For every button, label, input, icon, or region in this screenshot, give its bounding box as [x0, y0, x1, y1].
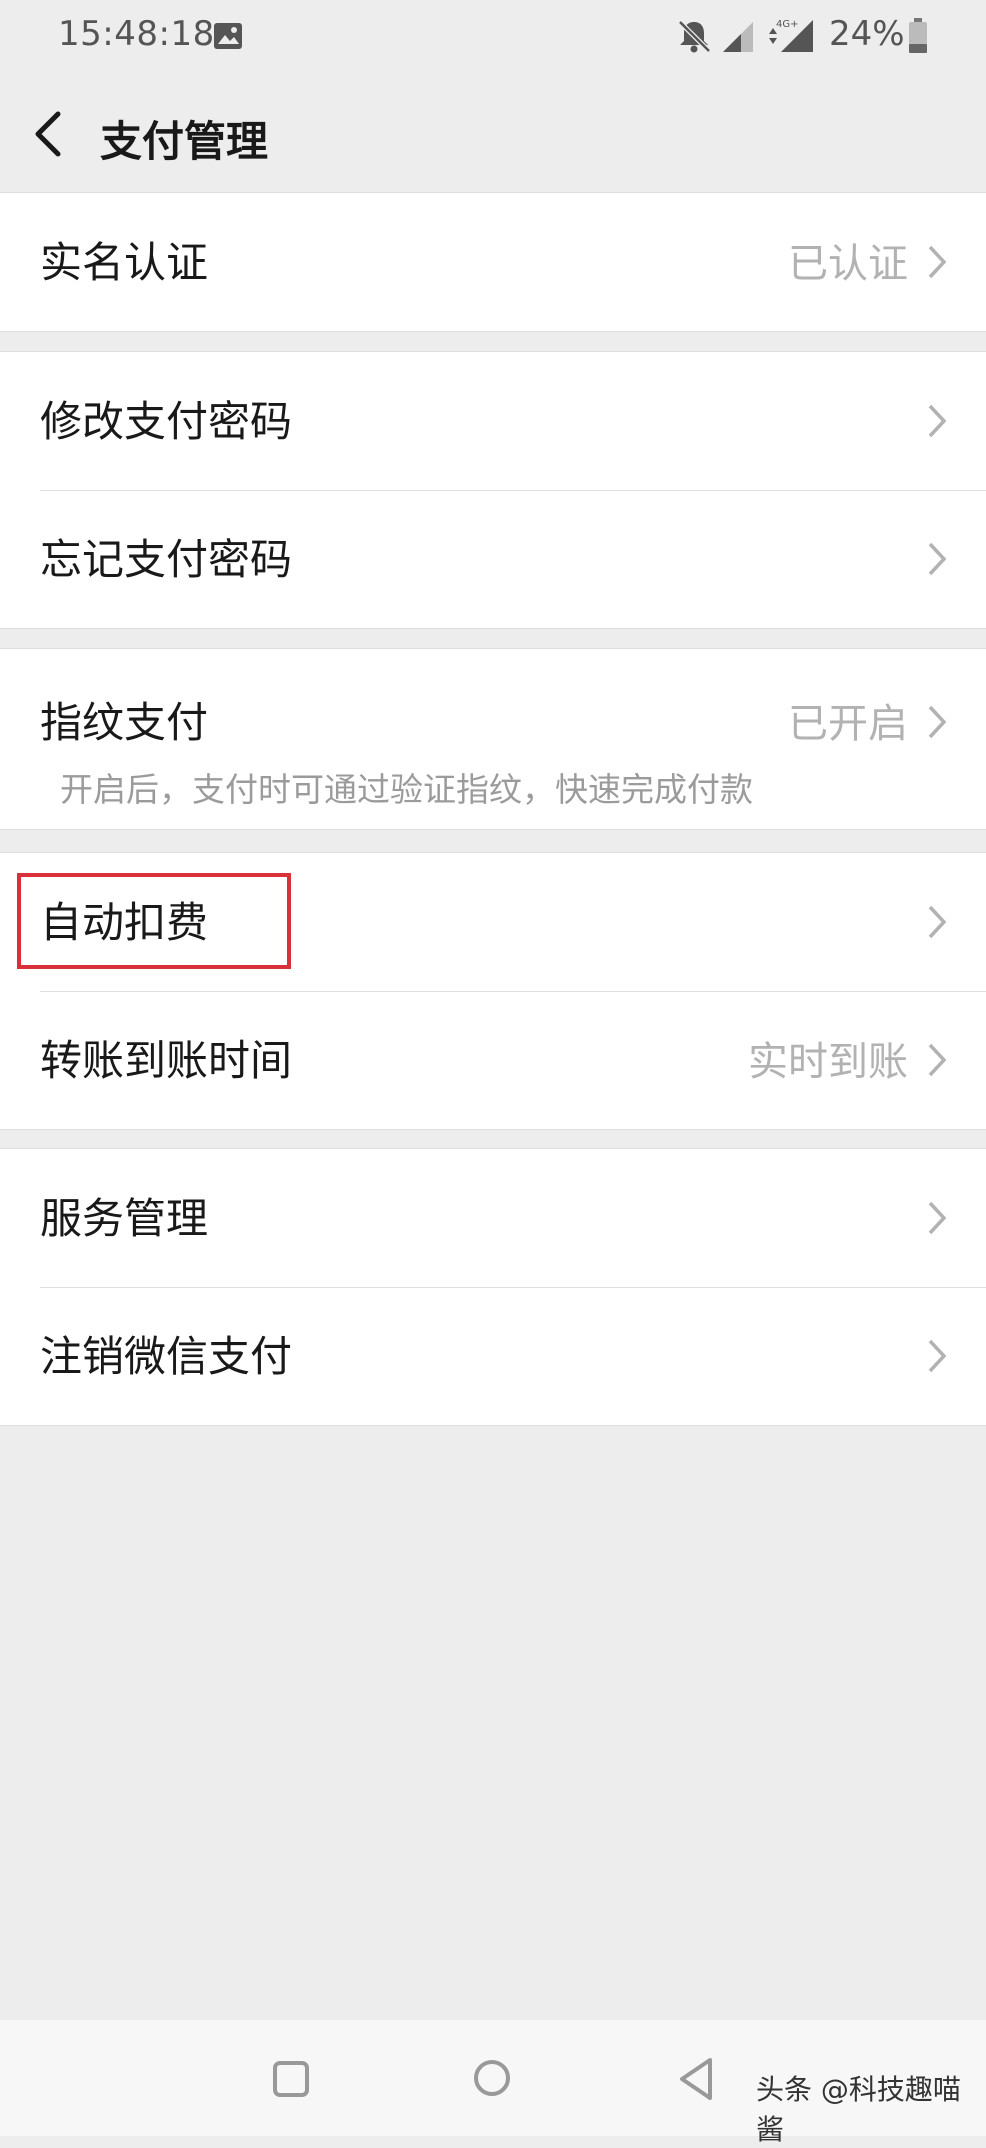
home-icon[interactable] — [472, 2058, 512, 2098]
divider — [40, 991, 986, 992]
chevron-right-icon — [928, 1043, 947, 1077]
divider — [40, 1287, 986, 1288]
settings-group: 指纹支付 已开启 开启后，支付时可通过验证指纹，快速完成付款 — [0, 648, 986, 830]
chevron-right-icon — [928, 542, 947, 576]
chevron-right-icon — [928, 1201, 947, 1235]
settings-group: 实名认证 已认证 — [0, 192, 986, 332]
status-time: 15:48:18 — [58, 14, 215, 54]
battery-text: 24% — [829, 14, 905, 54]
list-item-description: 开启后，支付时可通过验证指纹，快速完成付款 — [60, 770, 753, 809]
list-item-value: 实时到账 — [748, 1039, 908, 1085]
list-item-fingerprint-pay[interactable]: 指纹支付 已开启 开启后，支付时可通过验证指纹，快速完成付款 — [0, 649, 986, 829]
signal-4g-icon: 4G+ — [769, 19, 813, 52]
status-bar: 15:48:18 4G+ 24% — [0, 0, 986, 72]
chevron-right-icon — [928, 245, 947, 279]
gallery-icon — [214, 23, 242, 49]
list-item-label: 服务管理 — [40, 1194, 209, 1243]
list-item-auto-deduction[interactable]: 自动扣费 — [0, 853, 986, 991]
chevron-right-icon — [928, 1339, 947, 1373]
list-item-label: 实名认证 — [40, 238, 209, 287]
list-item-label: 指纹支付 — [40, 698, 209, 747]
chevron-right-icon — [928, 404, 947, 438]
settings-group: 修改支付密码 忘记支付密码 — [0, 351, 986, 629]
page-title: 支付管理 — [100, 117, 269, 166]
chevron-right-icon — [928, 705, 947, 739]
settings-group: 服务管理 注销微信支付 — [0, 1148, 986, 1426]
divider — [40, 490, 986, 491]
list-item-value: 已开启 — [788, 701, 908, 747]
svg-text:4G+: 4G+ — [776, 19, 799, 30]
list-item-label: 注销微信支付 — [40, 1332, 293, 1381]
mute-icon — [678, 20, 711, 53]
list-item-change-password[interactable]: 修改支付密码 — [0, 352, 986, 490]
system-nav-bar: 头条 @科技趣喵酱 — [0, 2020, 986, 2146]
settings-group: 自动扣费 转账到账时间 实时到账 — [0, 852, 986, 1130]
list-item-cancel-wechat-pay[interactable]: 注销微信支付 — [0, 1287, 986, 1425]
back-triangle-icon[interactable] — [676, 2056, 716, 2102]
list-item-forgot-password[interactable]: 忘记支付密码 — [0, 490, 986, 628]
signal-icon — [723, 22, 753, 52]
list-item-real-name[interactable]: 实名认证 已认证 — [0, 193, 986, 331]
list-item-label: 修改支付密码 — [40, 397, 293, 446]
list-item-value: 已认证 — [788, 241, 908, 287]
list-item-service-management[interactable]: 服务管理 — [0, 1149, 986, 1287]
list-item-label: 转账到账时间 — [40, 1036, 293, 1085]
back-chevron-icon[interactable] — [28, 106, 68, 162]
list-item-label: 自动扣费 — [40, 898, 209, 947]
chevron-right-icon — [928, 905, 947, 939]
nav-bar: 支付管理 — [0, 72, 986, 192]
list-item-label: 忘记支付密码 — [40, 535, 293, 584]
battery-icon — [909, 18, 927, 53]
recents-icon[interactable] — [272, 2060, 310, 2098]
list-item-transfer-time[interactable]: 转账到账时间 实时到账 — [0, 991, 986, 1129]
watermark: 头条 @科技趣喵酱 — [756, 2073, 961, 2146]
